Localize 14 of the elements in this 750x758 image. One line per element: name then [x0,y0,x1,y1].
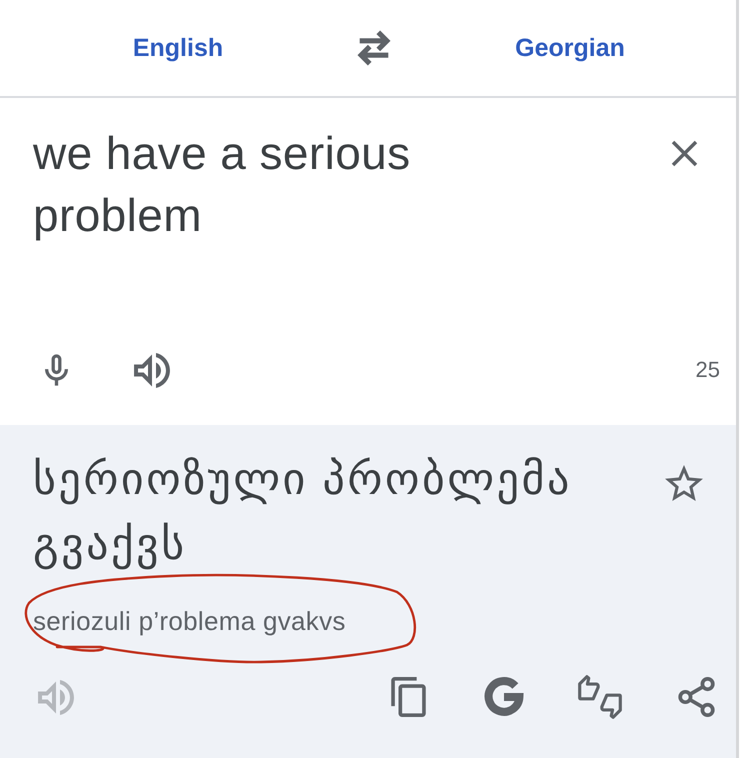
speaker-icon [134,352,170,388]
character-count: 25 [696,357,720,383]
source-text-field[interactable]: we have a serious problem [33,122,503,246]
source-language-button[interactable]: English [124,28,232,68]
transliteration-text: seriozuli p’roblema gvakvs [33,605,346,637]
speaker-icon [38,680,74,714]
g-letter-icon [484,677,524,717]
share-icon [678,677,714,717]
copy-icon [390,677,426,717]
thumbs-up-down-icon [576,673,624,721]
target-language-button[interactable]: Georgian [507,28,633,68]
rate-translation-button[interactable] [576,673,624,721]
close-icon [670,140,698,166]
translation-text: სერიოზული პრობლემა გვაქვს [33,454,573,572]
